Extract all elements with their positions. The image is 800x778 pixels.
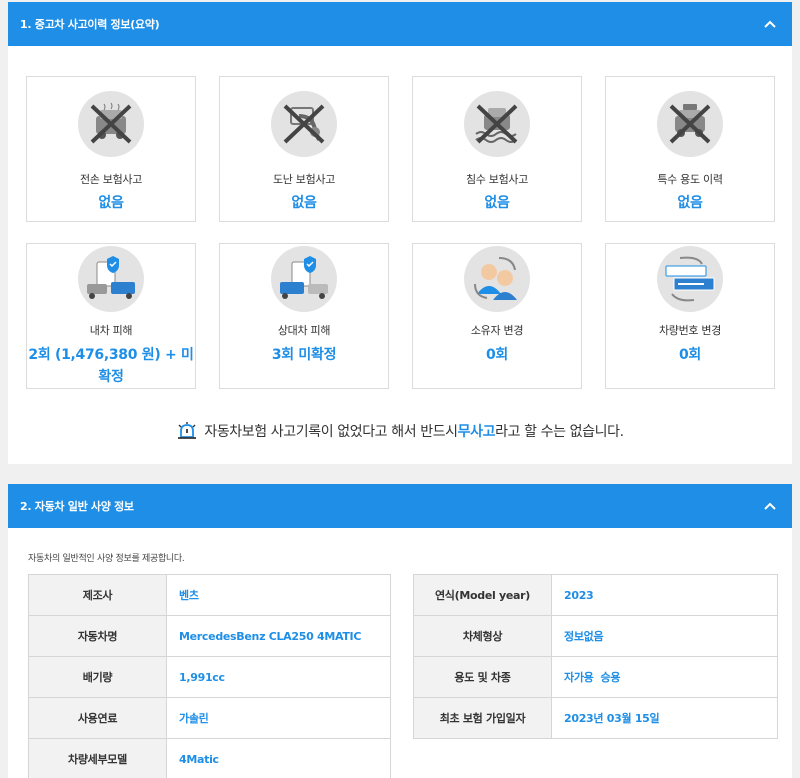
card-value: 0회 [678, 347, 702, 363]
flood-card: 침수 보험사고 없음 [412, 76, 582, 222]
card-value: 3회 미확정 [271, 347, 337, 363]
spec-key: 자동차명 [28, 615, 167, 657]
owner-change-icon [464, 246, 530, 312]
spec-table-left: 제조사 벤츠 자동차명 MercedesBenz CLA250 4MATIC 배… [28, 574, 391, 778]
total-loss-card: 전손 보험사고 없음 [26, 76, 196, 222]
spec-key: 배기량 [28, 656, 167, 698]
spec-value: 2023년 03월 15일 [551, 697, 778, 739]
owner-change-card: 소유자 변경 0회 [412, 243, 582, 389]
spec-value: 가솔린 [166, 697, 391, 739]
accident-notice: 자동차보험 사고기록이 없었다고 해서 반드시 무사고 라고 할 수는 없습니다. [8, 421, 792, 441]
alarm-bell-icon [176, 421, 198, 441]
chevron-up-icon[interactable] [762, 498, 778, 514]
section-title: 2. 자동차 일반 사양 정보 [20, 500, 134, 513]
other-car-damage-card: 상대차 피해 3회 미확정 [219, 243, 389, 389]
theft-card: 도난 보험사고 없음 [219, 76, 389, 222]
vehicle-spec-header[interactable]: 2. 자동차 일반 사양 정보 [8, 484, 792, 528]
special-use-card: 특수 용도 이력 없음 [605, 76, 775, 222]
my-car-damage-icon [78, 246, 144, 312]
table-row: 연식(Model year) 2023 [413, 574, 778, 616]
car-crash-crossed-icon [78, 91, 144, 157]
spec-key: 연식(Model year) [413, 574, 552, 616]
card-label: 전손 보험사고 [79, 173, 143, 186]
spec-key: 용도 및 차종 [413, 656, 552, 698]
table-row: 자동차명 MercedesBenz CLA250 4MATIC [28, 615, 391, 657]
spec-value: 1,991cc [166, 656, 391, 698]
table-row: 차량세부모델 4Matic [28, 738, 391, 778]
card-value: 없음 [98, 195, 124, 211]
vehicle-spec-panel: 자동차의 일반적인 사양 정보를 제공합니다. 제조사 벤츠 자동차명 Merc… [8, 528, 792, 778]
table-row: 최초 보험 가입일자 2023년 03월 15일 [413, 697, 778, 739]
notice-highlight: 무사고 [457, 424, 496, 440]
spec-value: 2023 [551, 574, 778, 616]
spec-value: 정보없음 [551, 615, 778, 657]
plate-change-icon [657, 246, 723, 312]
table-row: 용도 및 차종 자가용 승용 [413, 656, 778, 698]
card-label: 차량번호 변경 [658, 324, 722, 337]
card-value: 2회 (1,476,380 원) + 미확정 [28, 347, 194, 385]
plate-change-card: 차량번호 변경 0회 [605, 243, 775, 389]
accident-history-panel: 전손 보험사고 없음 도난 보험사고 없음 침수 보험사고 없음 특수 용도 이… [8, 46, 792, 464]
chevron-up-icon[interactable] [762, 16, 778, 32]
taxi-crossed-icon [657, 91, 723, 157]
spec-value: 4Matic [166, 738, 391, 778]
my-car-damage-card: 내차 피해 2회 (1,476,380 원) + 미확정 [26, 243, 196, 389]
card-label: 침수 보험사고 [465, 173, 529, 186]
card-value: 0회 [485, 347, 509, 363]
spec-key: 차체형상 [413, 615, 552, 657]
card-value: 없음 [484, 195, 510, 211]
table-row: 배기량 1,991cc [28, 656, 391, 698]
accident-history-header[interactable]: 1. 중고차 사고이력 정보(요약) [8, 2, 792, 46]
spec-key: 최초 보험 가입일자 [413, 697, 552, 739]
section-title: 1. 중고차 사고이력 정보(요약) [20, 18, 160, 31]
other-car-damage-icon [271, 246, 337, 312]
card-value: 없음 [677, 195, 703, 211]
card-label: 도난 보험사고 [272, 173, 336, 186]
spec-value: MercedesBenz CLA250 4MATIC [166, 615, 391, 657]
card-label: 소유자 변경 [470, 324, 524, 337]
spec-key: 제조사 [28, 574, 167, 616]
spec-key: 사용연료 [28, 697, 167, 739]
table-row: 사용연료 가솔린 [28, 697, 391, 739]
table-row: 제조사 벤츠 [28, 574, 391, 616]
card-value: 없음 [291, 195, 317, 211]
theft-crossed-icon [271, 91, 337, 157]
spec-value: 벤츠 [166, 574, 391, 616]
section-description: 자동차의 일반적인 사양 정보를 제공합니다. [28, 554, 185, 564]
flood-crossed-icon [464, 91, 530, 157]
notice-text-after: 라고 할 수는 없습니다. [495, 424, 624, 440]
spec-table-right: 연식(Model year) 2023 차체형상 정보없음 용도 및 차종 자가… [413, 574, 778, 739]
table-row: 차체형상 정보없음 [413, 615, 778, 657]
spec-key: 차량세부모델 [28, 738, 167, 778]
card-label: 상대차 피해 [277, 324, 331, 337]
spec-value: 자가용 승용 [551, 656, 778, 698]
card-label: 내차 피해 [89, 324, 133, 337]
card-label: 특수 용도 이력 [657, 173, 723, 186]
notice-text-before: 자동차보험 사고기록이 없었다고 해서 반드시 [204, 424, 458, 440]
